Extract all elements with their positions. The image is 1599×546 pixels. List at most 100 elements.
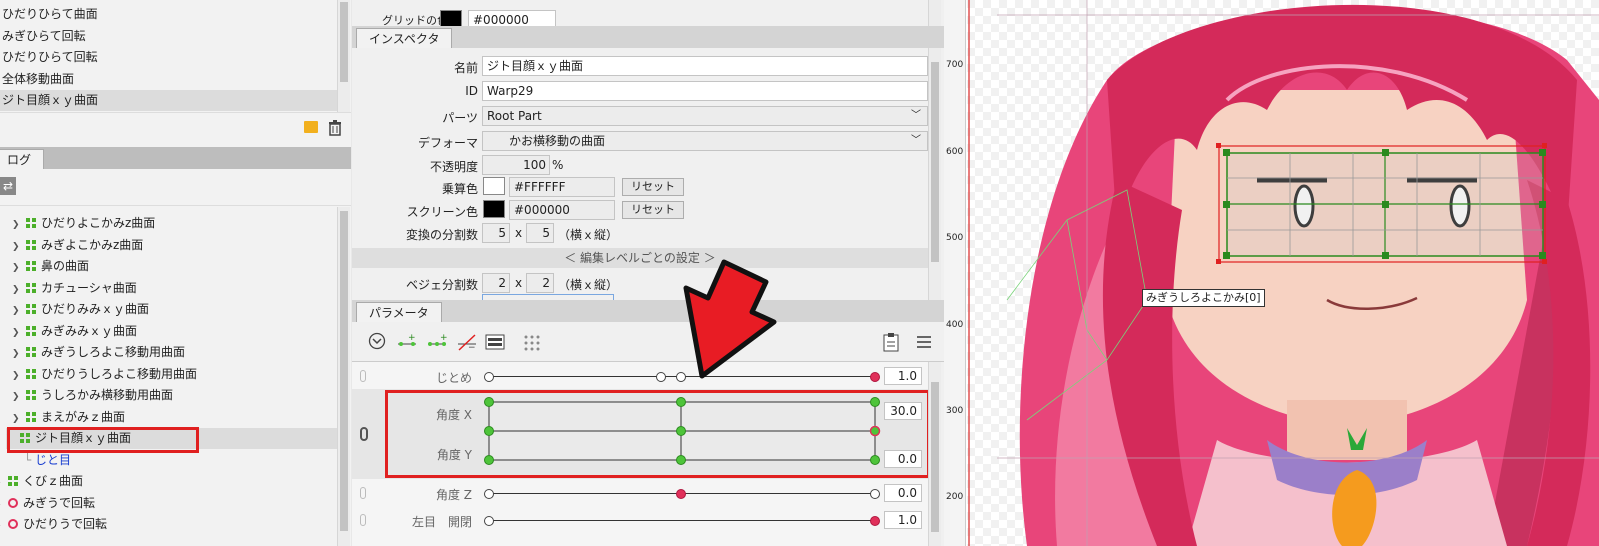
tree-item[interactable]: ❯ みぎうしろよこ移動用曲面 <box>12 342 337 363</box>
tab-parameters[interactable]: パラメータ <box>356 302 442 322</box>
grid-dots-icon[interactable] <box>522 333 542 351</box>
times-label: x <box>515 226 523 240</box>
name-field[interactable]: ジト目顔ｘｙ曲面 <box>482 56 928 76</box>
parts-select[interactable]: Root Part ﹀ <box>482 106 928 126</box>
tree-item[interactable]: ❯ くびｚ曲面 <box>0 471 337 492</box>
ruler-tick: 600 <box>946 147 964 157</box>
deformer-list-scrollbar[interactable] <box>337 0 350 112</box>
param-slider-track[interactable] <box>489 520 875 521</box>
screen-reset-button[interactable]: リセット <box>622 201 684 219</box>
remove-key-icon[interactable]: − <box>456 333 478 351</box>
tab-log[interactable]: ログ <box>0 149 45 169</box>
add-three-keys-icon[interactable]: + <box>426 333 448 351</box>
deformer-list-item[interactable]: みぎひらて回転 <box>0 26 340 47</box>
times-label: x <box>515 276 523 290</box>
tree-item[interactable]: ❯ みぎうで回転 <box>0 493 337 514</box>
bezier-div-y-field[interactable]: 2 <box>526 273 554 293</box>
warp-deformer-icon <box>26 390 36 400</box>
tree-item[interactable]: ❯ みぎみみｘｙ曲面 <box>12 321 337 342</box>
tree-item[interactable]: ❯ うしろかみ横移動用曲面 <box>12 385 337 406</box>
trash-icon[interactable] <box>328 120 342 136</box>
folder-icon[interactable] <box>304 121 318 133</box>
ruler-tick: 300 <box>946 406 964 416</box>
param-value[interactable]: 0.0 <box>884 484 922 502</box>
chevron-right-icon[interactable]: ❯ <box>12 344 22 365</box>
chevron-right-icon[interactable]: ❯ <box>12 237 22 258</box>
deformer-list-item[interactable]: ひだりひらて曲面 <box>0 4 340 25</box>
screen-color-field[interactable]: #000000 <box>509 200 615 220</box>
link-icon[interactable] <box>360 370 366 382</box>
tree-scrollbar[interactable] <box>337 207 350 546</box>
param-current-value-knob[interactable] <box>870 516 880 526</box>
chevron-right-icon[interactable]: ❯ <box>12 323 22 344</box>
link-icon[interactable] <box>360 514 366 526</box>
chevron-right-icon[interactable]: ❯ <box>12 387 22 408</box>
menu-icon[interactable] <box>916 335 932 349</box>
inspector-scrollbar[interactable] <box>928 48 941 300</box>
top-scrollbar[interactable] <box>928 0 941 26</box>
param-key[interactable] <box>484 372 494 382</box>
tree-item-label: じと目 <box>35 452 72 467</box>
chevron-right-icon[interactable]: ❯ <box>0 473 4 494</box>
tree-item[interactable]: ❯ みぎよこかみz曲面 <box>12 235 337 256</box>
tree-item[interactable]: ❯ カチューシャ曲面 <box>12 278 337 299</box>
scroll-thumb[interactable] <box>340 211 348 531</box>
svg-text:+: + <box>440 333 448 343</box>
param-scrollbar[interactable] <box>928 362 941 546</box>
param-value[interactable]: 1.0 <box>884 511 922 529</box>
tree-item[interactable]: ❯ ひだりうしろよこ移動用曲面 <box>12 364 337 385</box>
deformer-select[interactable]: かお横移動の曲面 ﹀ <box>482 131 928 151</box>
tree-item[interactable]: ❯ 鼻の曲面 <box>12 256 337 277</box>
param-current-value-knob[interactable] <box>676 489 686 499</box>
tree-item[interactable]: ❯ ひだりうで回転 <box>0 514 337 535</box>
bezier-div-x-field[interactable]: 2 <box>482 273 510 293</box>
id-field[interactable]: Warp29 <box>482 81 928 101</box>
param-current-value-knob[interactable] <box>870 372 880 382</box>
param-key[interactable] <box>870 489 880 499</box>
param-key[interactable] <box>484 516 494 526</box>
tree-item-label: ひだりよこかみz曲面 <box>41 216 156 230</box>
param-row-angle-z: 角度 Z 0.0 <box>352 479 928 508</box>
tree-item[interactable]: ❯ ひだりよこかみz曲面 <box>12 213 337 234</box>
chevron-right-icon[interactable]: ❯ <box>12 280 22 301</box>
swap-icon[interactable]: ⇄ <box>0 177 16 195</box>
transform-div-suffix: （横ｘ縦） <box>558 228 619 242</box>
chevron-right-icon[interactable]: ❯ <box>12 215 22 236</box>
scroll-thumb[interactable] <box>931 382 939 532</box>
param-key[interactable] <box>656 372 666 382</box>
warp-deformer-icon <box>26 347 36 357</box>
multiply-color-swatch[interactable] <box>483 177 505 195</box>
tab-inspector[interactable]: インスペクタ <box>356 28 453 48</box>
param-name: 左目 開閉 <box>411 515 472 529</box>
tree-item[interactable]: ❯ まえがみｚ曲面 <box>12 407 337 428</box>
screen-color-swatch[interactable] <box>483 200 505 218</box>
deformer-select-value: かお横移動の曲面 <box>509 134 606 148</box>
canvas-tooltip: みぎうしろよこかみ[0] <box>1142 289 1265 307</box>
scroll-thumb[interactable] <box>340 2 348 82</box>
chevron-right-icon[interactable]: ❯ <box>0 495 4 516</box>
transform-div-x-field[interactable]: 5 <box>482 223 510 243</box>
chevron-right-icon[interactable]: ❯ <box>12 366 22 387</box>
chevron-right-icon[interactable]: ❯ <box>12 258 22 279</box>
opacity-label: 不透明度 <box>429 160 478 174</box>
collapse-all-icon[interactable] <box>368 332 386 350</box>
clipboard-icon[interactable] <box>882 332 900 352</box>
scroll-thumb[interactable] <box>931 62 939 262</box>
canvas-view[interactable]: 700 600 500 400 300 200 みぎうしろよこかみ[0] <box>944 0 1599 546</box>
param-value[interactable]: 1.0 <box>884 367 922 385</box>
panel-view-icon[interactable] <box>485 333 505 351</box>
add-key-icon[interactable]: + <box>396 333 418 351</box>
deformer-list-item[interactable]: ジト目顔ｘｙ曲面 <box>0 90 340 111</box>
link-icon[interactable] <box>360 427 368 441</box>
opacity-field[interactable]: 100 <box>482 155 550 175</box>
chevron-right-icon[interactable]: ❯ <box>0 516 4 537</box>
tree-item[interactable]: ❯ ひだりみみｘｙ曲面 <box>12 299 337 320</box>
multiply-reset-button[interactable]: リセット <box>622 178 684 196</box>
link-icon[interactable] <box>360 487 366 499</box>
transform-div-y-field[interactable]: 5 <box>526 223 554 243</box>
multiply-color-field[interactable]: #FFFFFF <box>509 177 615 197</box>
chevron-right-icon[interactable]: ❯ <box>12 301 22 322</box>
param-key[interactable] <box>484 489 494 499</box>
deformer-list-item[interactable]: ひだりひらて回転 <box>0 47 340 68</box>
deformer-list-item[interactable]: 全体移動曲面 <box>0 69 340 90</box>
